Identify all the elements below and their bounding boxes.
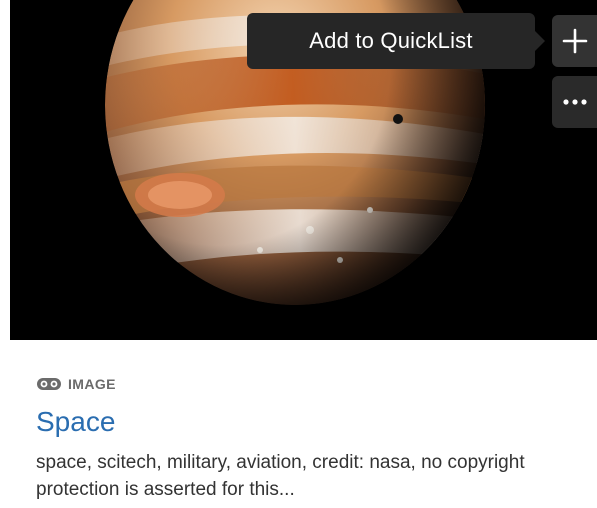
add-to-quicklist-button[interactable] (552, 15, 597, 67)
media-type-row: IMAGE (36, 374, 116, 394)
plus-icon (562, 28, 587, 54)
quicklist-tooltip: Add to QuickList (247, 13, 545, 69)
item-title-link[interactable]: Space (36, 404, 115, 440)
ellipsis-icon (562, 99, 587, 105)
more-options-button[interactable] (552, 76, 597, 128)
item-description: space, scitech, military, aviation, cred… (36, 452, 525, 500)
media-type-label: IMAGE (68, 376, 116, 392)
tooltip-text: Add to QuickList (309, 28, 473, 53)
result-card: Add to QuickList IMAGE Space space, scit… (0, 0, 597, 508)
image-type-icon (37, 378, 61, 390)
